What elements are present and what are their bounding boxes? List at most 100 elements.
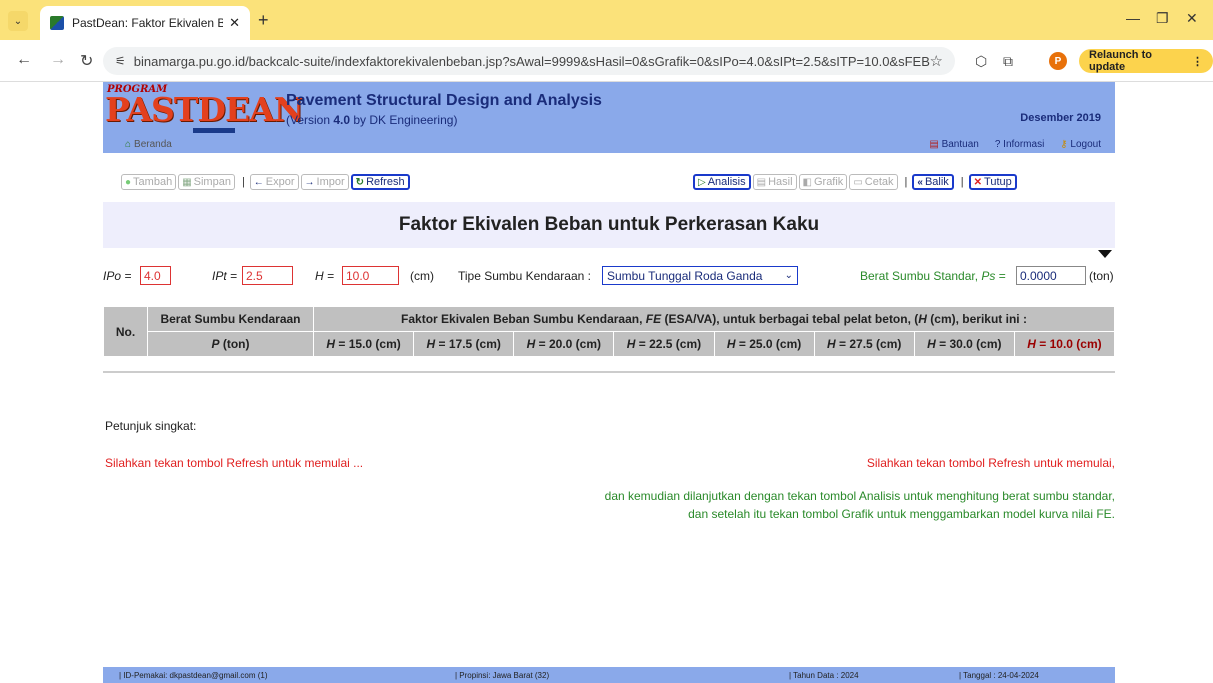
col-h-7: H = 30.0 (cm): [913, 331, 1015, 357]
forward-icon[interactable]: →: [50, 51, 66, 69]
app-banner: PROGRAM PASTDEAN Pavement Structural Des…: [103, 82, 1115, 137]
beranda-link[interactable]: ⌂ Beranda: [125, 139, 172, 150]
pastdean-logo: PROGRAM PASTDEAN: [103, 82, 304, 137]
hint-right-red: Silahkan tekan tombol Refresh untuk memu…: [866, 456, 1115, 470]
collapse-triangle-icon[interactable]: [1098, 250, 1112, 258]
toolbar-right: ▷ Analisis ▤ Hasil ◧ Grafik ▭ Cetak | «Balik…: [693, 173, 1019, 191]
app-version: (Version 4.0 by DK Engineering): [286, 113, 458, 127]
footer-user: | ID-Pemakai: dkpastdean@gmail.com (1): [119, 671, 268, 680]
expor-button[interactable]: ← Expor: [249, 174, 299, 190]
ipt-label: IPt =: [212, 269, 238, 283]
extensions-icon[interactable]: ⧉: [1003, 53, 1013, 70]
book-icon: ▤: [929, 139, 939, 150]
col-h-current: H = 10.0 (cm): [1013, 331, 1116, 357]
site-info-icon[interactable]: ⚟: [115, 54, 126, 68]
shield-icon[interactable]: ⬡: [975, 53, 987, 70]
new-tab-icon[interactable]: +: [258, 10, 269, 31]
col-h-5: H = 25.0 (cm): [713, 331, 815, 357]
informasi-link[interactable]: ? Informasi: [995, 139, 1044, 150]
grafik-button[interactable]: ◧ Grafik: [798, 174, 848, 190]
chart-icon: ◧: [802, 176, 812, 188]
footer-tanggal: | Tanggal : 24-04-2024: [959, 671, 1039, 680]
tipe-label: Tipe Sumbu Kendaraan :: [458, 269, 591, 283]
tambah-button[interactable]: ● Tambah: [121, 174, 177, 190]
tab-title: PastDean: Faktor Ekivalen Beb: [72, 16, 224, 30]
balik-button[interactable]: «Balik: [912, 174, 954, 190]
page-title: Faktor Ekivalen Beban untuk Perkerasan K…: [103, 202, 1115, 248]
footer-propinsi: | Propinsi: Jawa Barat (32): [455, 671, 550, 680]
close-x-icon: ✕: [973, 176, 983, 188]
banner-date: Desember 2019: [1020, 112, 1101, 124]
restore-icon[interactable]: ❐: [1156, 10, 1169, 27]
analisis-button[interactable]: ▷ Analisis: [693, 174, 751, 190]
url-text: binamarga.pu.go.id/backcalc-suite/indexf…: [133, 53, 930, 69]
refresh-icon: ↻: [355, 176, 365, 188]
hint-green-1: dan kemudian dilanjutkan dengan tekan to…: [604, 489, 1115, 503]
col-berat: Berat Sumbu Kendaraan: [147, 306, 314, 332]
logo-pastdean-text: PASTDEAN: [105, 90, 304, 129]
print-icon: ▭: [853, 176, 863, 188]
toolbar-left: ● Tambah ▦ Simpan | ← Expor → Impor ↻ Refresh: [121, 173, 412, 191]
app-title: Pavement Structural Design and Analysis: [286, 92, 602, 109]
ps-unit: (ton): [1089, 269, 1114, 283]
ipo-label: IPo =: [103, 269, 132, 283]
save-icon: ▦: [182, 176, 192, 188]
bookmark-star-icon[interactable]: ☆: [930, 52, 943, 70]
col-h-1: H = 15.0 (cm): [312, 331, 415, 357]
tipe-sumbu-select[interactable]: Sumbu Tunggal Roda Ganda ⌄: [602, 266, 798, 285]
question-icon: ?: [994, 139, 1001, 150]
reload-icon[interactable]: ↻: [80, 51, 93, 71]
col-h-2: H = 17.5 (cm): [413, 331, 515, 357]
col-h-3: H = 20.0 (cm): [513, 331, 615, 357]
simpan-button[interactable]: ▦ Simpan: [178, 174, 235, 190]
ipo-input[interactable]: [140, 266, 171, 285]
hint-label: Petunjuk singkat:: [105, 419, 197, 433]
hint-left-red: Silahkan tekan tombol Refresh untuk memu…: [105, 456, 364, 470]
parameter-row: IPo = IPt = H = (cm) Tipe Sumbu Kendaraa…: [103, 266, 1115, 286]
double-left-icon: «: [917, 176, 923, 188]
back-icon[interactable]: ←: [16, 51, 32, 69]
relaunch-button[interactable]: Relaunch to update ⋮: [1079, 49, 1213, 73]
close-window-icon[interactable]: ✕: [1186, 10, 1198, 27]
chevron-down-icon: ⌄: [784, 270, 793, 281]
profile-avatar[interactable]: P: [1049, 52, 1067, 70]
address-bar-row: ← → ↻ ⚟ binamarga.pu.go.id/backcalc-suit…: [0, 40, 1213, 82]
logout-link[interactable]: ⚷ Logout: [1060, 139, 1101, 150]
arrow-right-icon: →: [304, 176, 315, 188]
fe-table: No. Berat Sumbu Kendaraan Faktor Ekivale…: [103, 306, 1116, 357]
sub-navigation: ⌂ Beranda ▤ Bantuan ? Informasi ⚷ Logout: [103, 137, 1115, 153]
tab-close-icon[interactable]: ✕: [229, 15, 240, 31]
impor-button[interactable]: → Impor: [300, 174, 349, 190]
home-icon: ⌂: [125, 139, 132, 150]
ipt-input[interactable]: [242, 266, 293, 285]
status-footer: | ID-Pemakai: dkpastdean@gmail.com (1) |…: [103, 667, 1115, 683]
arrow-left-icon: ←: [253, 176, 264, 188]
ps-input[interactable]: [1016, 266, 1086, 285]
tutup-button[interactable]: ✕ Tutup: [968, 174, 1017, 190]
refresh-button[interactable]: ↻ Refresh: [350, 174, 410, 190]
minimize-icon[interactable]: —: [1126, 10, 1140, 26]
url-field[interactable]: ⚟ binamarga.pu.go.id/backcalc-suite/inde…: [103, 47, 955, 75]
h-unit: (cm): [410, 269, 434, 283]
logo-bar: [193, 128, 235, 133]
hint-green-2: dan setelah itu tekan tombol Grafik untu…: [688, 507, 1115, 521]
tab-search-chevron-icon[interactable]: ⌄: [8, 11, 28, 31]
h-input[interactable]: [342, 266, 399, 285]
browser-tab-bar: ⌄ PastDean: Faktor Ekivalen Beb ✕ + — ❐ …: [0, 0, 1213, 40]
col-h-4: H = 22.5 (cm): [613, 331, 715, 357]
col-h-6: H = 27.5 (cm): [813, 331, 915, 357]
hasil-button[interactable]: ▤ Hasil: [752, 174, 797, 190]
footer-tahun: | Tahun Data : 2024: [789, 671, 859, 680]
browser-tab[interactable]: PastDean: Faktor Ekivalen Beb ✕: [40, 6, 250, 40]
play-icon: ▷: [698, 176, 706, 188]
h-label: H =: [315, 269, 335, 283]
cetak-button[interactable]: ▭ Cetak: [849, 174, 898, 190]
logout-icon: ⚷: [1060, 139, 1068, 150]
ps-label: Berat Sumbu Standar, Ps =: [860, 269, 1006, 283]
table-icon: ▤: [756, 176, 767, 188]
col-no: No.: [103, 306, 148, 357]
bantuan-link[interactable]: ▤ Bantuan: [929, 139, 979, 150]
table-bottom-border: [103, 371, 1115, 373]
add-icon: ●: [125, 176, 132, 188]
col-p: P (ton): [147, 331, 314, 357]
